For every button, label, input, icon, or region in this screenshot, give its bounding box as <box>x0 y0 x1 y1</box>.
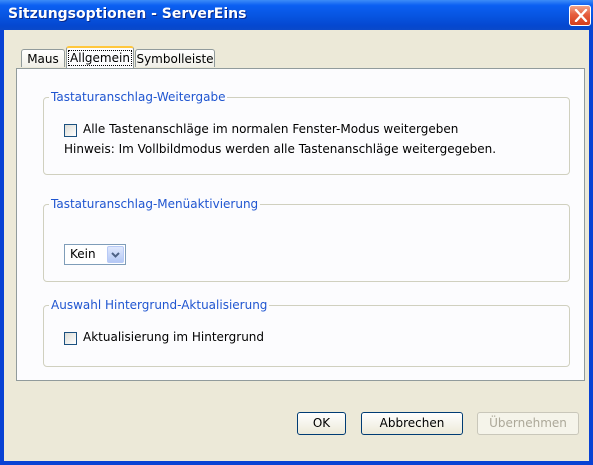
cancel-button[interactable]: Abbrechen <box>361 412 463 435</box>
group-keystroke-forwarding: Tastaturanschlag-Weitergabe Alle Tastena… <box>43 90 570 175</box>
tab-strip: Maus Allgemein Symbolleiste <box>4 30 589 70</box>
tab-label: Allgemein <box>68 50 132 66</box>
dialog-client-area: Maus Allgemein Symbolleiste Tastaturansc… <box>4 30 589 461</box>
dropdown-arrow-button[interactable] <box>107 246 124 263</box>
group-background-refresh: Auswahl Hintergrund-Aktualisierung Aktua… <box>43 298 570 367</box>
tab-maus[interactable]: Maus <box>21 49 65 67</box>
dialog-window: Sitzungsoptionen - ServerEins Maus Allge… <box>0 0 593 465</box>
forward-keystrokes-checkbox[interactable] <box>64 124 77 137</box>
group-menu-activation: Tastaturanschlag-Menüaktivierung Kein <box>43 197 570 282</box>
background-refresh-label[interactable]: Aktualisierung im Hintergrund <box>83 330 264 344</box>
tab-panel-allgemein: Tastaturanschlag-Weitergabe Alle Tastena… <box>16 68 585 381</box>
dropdown-value: Kein <box>70 247 96 261</box>
group-title: Tastaturanschlag-Weitergabe <box>49 90 228 104</box>
ok-button[interactable]: OK <box>297 412 346 435</box>
close-icon <box>574 9 588 22</box>
title-bar[interactable]: Sitzungsoptionen - ServerEins <box>0 0 593 30</box>
close-button[interactable] <box>569 5 591 26</box>
tab-symbolleiste[interactable]: Symbolleiste <box>135 49 215 67</box>
window-title: Sitzungsoptionen - ServerEins <box>8 6 247 22</box>
tab-label: Symbolleiste <box>136 52 214 66</box>
apply-button[interactable]: Übernehmen <box>477 412 579 435</box>
group-title: Tastaturanschlag-Menüaktivierung <box>49 197 261 211</box>
fullscreen-hint: Hinweis: Im Vollbildmodus werden alle Ta… <box>64 142 497 156</box>
menu-activation-dropdown[interactable]: Kein <box>64 244 126 265</box>
background-refresh-checkbox[interactable] <box>64 332 77 345</box>
chevron-down-icon <box>111 252 120 258</box>
tab-label: Maus <box>27 52 59 66</box>
tab-allgemein[interactable]: Allgemein <box>66 46 134 68</box>
forward-keystrokes-label[interactable]: Alle Tastenanschläge im normalen Fenster… <box>83 122 458 136</box>
group-title: Auswahl Hintergrund-Aktualisierung <box>49 298 270 312</box>
